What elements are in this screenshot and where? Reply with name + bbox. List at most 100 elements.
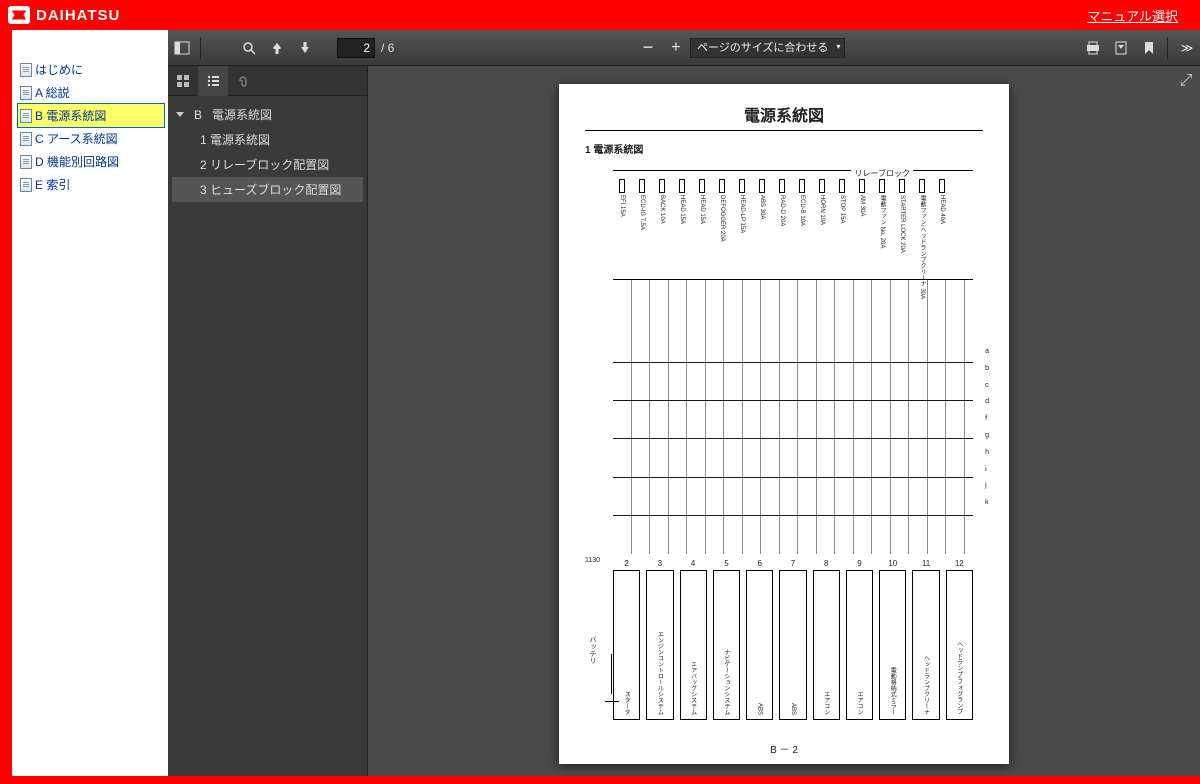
nav-item-4[interactable]: D 機能別回路図 (18, 150, 164, 173)
connector-number: 11 (922, 559, 930, 568)
outline-item-1[interactable]: 2 リレーブロック配置図 (172, 152, 363, 177)
logo-icon (8, 6, 30, 24)
manual-select-link[interactable]: マニュアル選択 (1087, 6, 1178, 25)
nav-item-0[interactable]: はじめに (18, 58, 164, 81)
nav-item-3[interactable]: C アース系統図 (18, 127, 164, 150)
fuse-label: STARTER LOCK 20A (899, 195, 905, 253)
right-terminal-labels: abcdfghijk (985, 344, 989, 512)
connector-4: 4エアバッグシステム (680, 570, 707, 720)
connector-label: ヘッドランプクリーナ (922, 655, 931, 715)
connector-8: 8エアコン (813, 570, 840, 720)
terminal-label: f (985, 411, 989, 428)
outline-section[interactable]: B 電源系統図 (172, 102, 363, 127)
fuse-label: HEAD-LP 15A (739, 195, 745, 233)
nav-item-1[interactable]: A 総説 (18, 81, 164, 104)
fuse-12: AM 30A (857, 179, 867, 216)
document-icon (20, 132, 32, 146)
nav-item-label: D 機能別回路図 (35, 153, 119, 170)
connector-5: 5ナビゲーションシステム (713, 570, 740, 720)
pdf-canvas[interactable]: 電源系統図 1 電源系統図 リレーブロック EFI 15AECU-IG 7.5A… (368, 66, 1200, 776)
battery-label: バッテリ (587, 636, 597, 664)
document-icon (20, 109, 32, 123)
ref-label: 1130 (585, 557, 600, 564)
connector-number: 3 (658, 559, 662, 568)
outline-tab[interactable] (198, 66, 228, 96)
fuse-1: ECU-IG 7.5A (637, 179, 647, 230)
thumbnails-tab[interactable] (168, 66, 198, 96)
zoom-in-button[interactable]: + (662, 34, 690, 62)
outline-tabs (168, 66, 367, 96)
fuse-label: DEFOGGER 20A (719, 195, 725, 242)
connector-number: 6 (757, 559, 761, 568)
outline-item-2[interactable]: 3 ヒューズブロック配置図 (172, 177, 363, 202)
fuse-14: STARTER LOCK 20A (897, 179, 907, 253)
fuse-10: HORN 10A (817, 179, 827, 225)
fuse-label: ECU-B 10A (799, 195, 805, 226)
document-icon (20, 86, 32, 100)
print-button[interactable] (1079, 34, 1107, 62)
document-icon (20, 178, 32, 192)
connector-6: 6ABS (746, 570, 773, 720)
download-button[interactable] (1107, 34, 1135, 62)
fuse-symbol-icon (679, 179, 685, 193)
outline-item-0[interactable]: 1 電源系統図 (172, 127, 363, 152)
attachments-tab[interactable] (228, 66, 258, 96)
fuse-label: HEAD 40A (939, 195, 945, 224)
fuse-13: 電動ファン No. 20A (877, 179, 887, 248)
fuse-4: HEAD 15A (697, 179, 707, 224)
chapter-nav: はじめにA 総説B 電源系統図 C アース系統図 D 機能別回路図 E 索引 (12, 30, 168, 776)
zoom-out-button[interactable]: − (634, 34, 662, 62)
fuse-label: STOP 15A (839, 195, 845, 223)
toolbar-separator (1167, 37, 1168, 59)
fuse-symbol-icon (659, 179, 665, 193)
fuse-label: HEAD 15A (679, 195, 685, 224)
fuse-symbol-icon (779, 179, 785, 193)
search-button[interactable] (235, 34, 263, 62)
fuse-symbol-icon (899, 179, 905, 193)
prev-page-button[interactable] (263, 34, 291, 62)
bookmark-button[interactable] (1135, 34, 1163, 62)
terminal-label: j (985, 478, 989, 495)
nav-item-label: C アース系統図 (35, 130, 118, 147)
nav-item-5[interactable]: E 索引 (18, 173, 164, 196)
pdf-viewer: / 6 − + ページのサイズに合わせる ▾ ≫ (168, 30, 1200, 776)
connector-number: 12 (955, 559, 964, 568)
outline-section-letter: B (194, 108, 202, 122)
connector-3: 3エンジンコントロールシステム (646, 570, 673, 720)
page-subtitle: 1 電源系統図 (585, 141, 983, 156)
page-number-input[interactable] (337, 38, 375, 58)
next-page-button[interactable] (291, 34, 319, 62)
fuse-row: リレーブロック EFI 15AECU-IG 7.5ABACK 10AHEAD 1… (613, 170, 973, 280)
connector-number: 2 (624, 559, 628, 568)
fuse-symbol-icon (759, 179, 765, 193)
connector-label: エアコン (822, 691, 831, 715)
connector-label: 電動格納式ミラー (888, 667, 897, 715)
expand-icon[interactable]: ⤢ (1176, 72, 1196, 92)
terminal-label: h (985, 445, 989, 462)
connector-label: スタータ (622, 691, 631, 715)
page-rule (585, 130, 983, 131)
page-total-label: / 6 (381, 41, 394, 55)
fuse-11: STOP 15A (837, 179, 847, 223)
fuse-label: 電動ファン No. 20A (879, 195, 885, 248)
pdf-toolbar: / 6 − + ページのサイズに合わせる ▾ ≫ (168, 30, 1200, 66)
fuse-symbol-icon (939, 179, 945, 193)
connector-9: 9エアコン (846, 570, 873, 720)
toolbar-separator (200, 37, 201, 59)
fuse-6: HEAD-LP 15A (737, 179, 747, 233)
connector-number: 8 (824, 559, 828, 568)
fuse-symbol-icon (819, 179, 825, 193)
terminal-label: k (985, 495, 989, 512)
fuse-label: AM 30A (859, 195, 865, 216)
sidebar-toggle-button[interactable] (168, 34, 196, 62)
content-frame: はじめにA 総説B 電源系統図C アース系統図D 機能別回路図E 索引 / 6 … (0, 30, 1200, 784)
connector-12: 12ヘッドランプ/フォグランプ (946, 570, 973, 720)
fuse-label: HEAD 15A (699, 195, 705, 224)
connector-label: エアバッグシステム (689, 661, 698, 715)
nav-item-2[interactable]: B 電源系統図 (18, 104, 164, 127)
connector-label: ABS (790, 703, 796, 715)
tools-menu-button[interactable]: ≫ (1172, 34, 1200, 62)
terminal-label: b (985, 361, 989, 378)
zoom-select[interactable]: ページのサイズに合わせる ▾ (690, 38, 845, 58)
outline-section-title: 電源系統図 (212, 106, 272, 123)
